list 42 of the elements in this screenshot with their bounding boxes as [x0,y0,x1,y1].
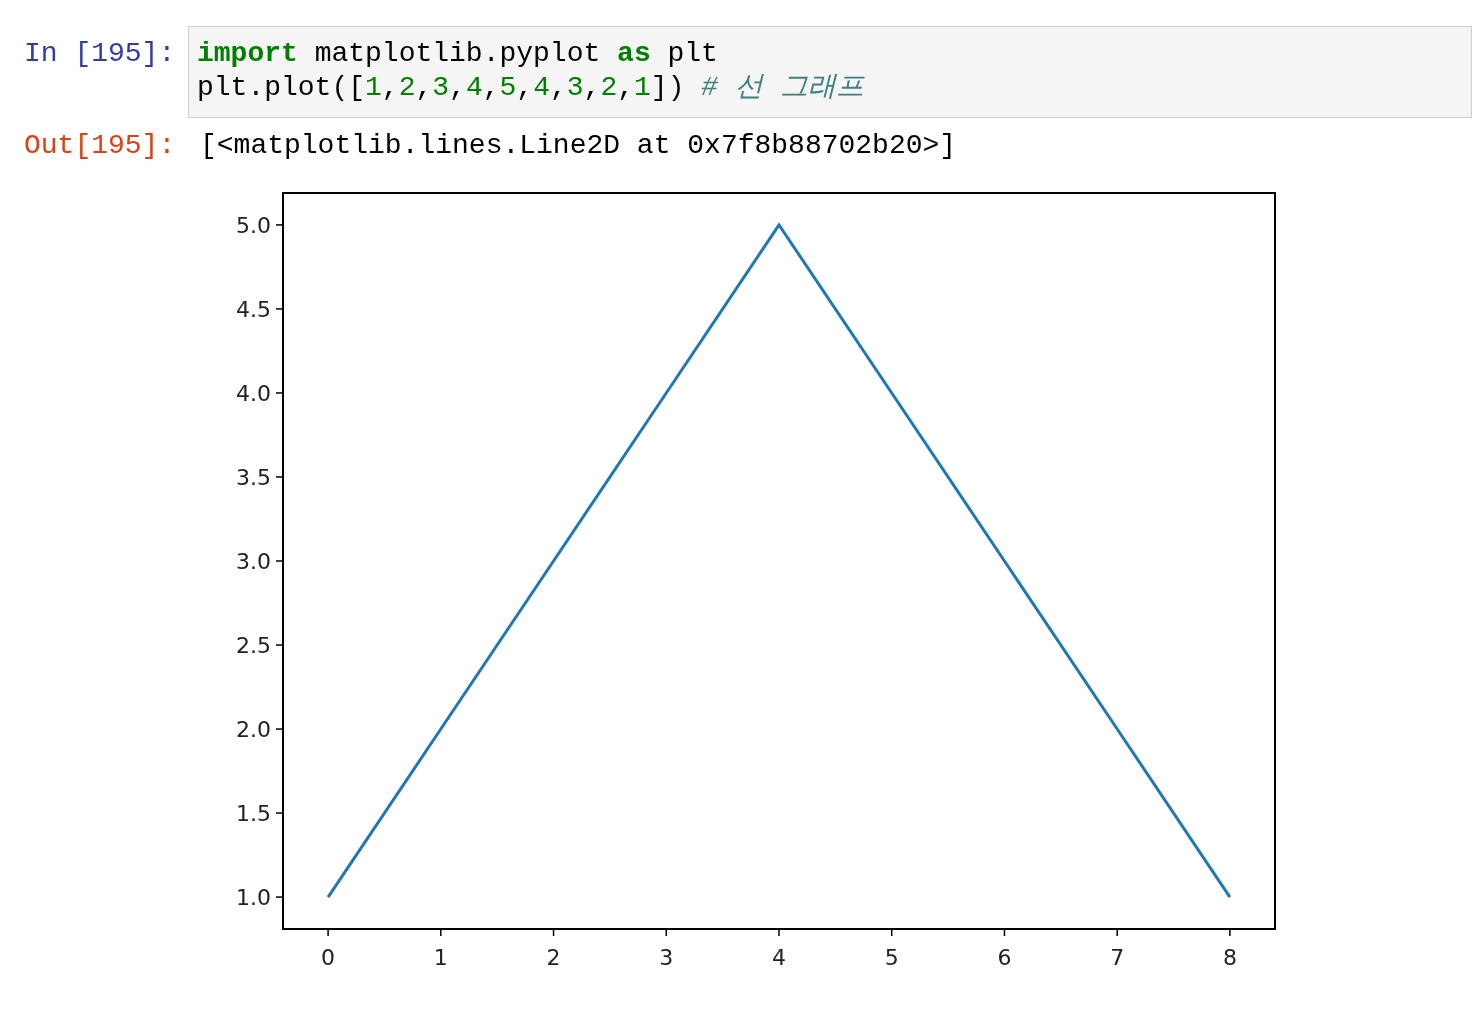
x-tick-label: 8 [1222,945,1237,970]
output-text: [<matplotlib.lines.Line2D at 0x7f8b88702b20>] [199,130,957,162]
tick-mark [275,476,284,478]
tick-mark [275,896,284,898]
y-tick-label: 4.0 [236,380,271,406]
x-tick-label: 1 [433,945,448,970]
x-tick-label: 3 [659,945,674,970]
y-tick-label: 4.5 [236,296,271,322]
y-tick-label: 1.5 [236,801,271,827]
x-tick-label: 0 [321,945,336,970]
tick-mark [1003,928,1006,937]
tick-mark [275,812,284,814]
tick-mark [275,560,284,562]
tick-mark [552,928,555,937]
tick-mark [440,928,442,937]
output-prompt: Out[195]: [23,130,177,162]
tick-mark [665,928,667,937]
code-line: import matplotlib.pyplot as plt [197,37,719,71]
x-tick-label: 6 [997,945,1012,970]
y-tick-label: 1.0 [236,885,271,911]
tick-mark [275,224,284,226]
tick-mark [275,728,284,730]
tick-mark [275,644,284,646]
tick-mark [1116,928,1118,937]
y-tick-label: 5.0 [236,212,271,238]
y-tick-label: 2.0 [236,717,271,743]
tick-mark [891,928,893,937]
x-tick-label: 7 [1110,945,1125,970]
tick-mark [1229,928,1231,937]
tick-mark [327,928,329,937]
x-tick-label: 2 [546,945,561,970]
tick-mark [275,308,284,310]
x-tick-label: 5 [884,945,899,970]
tick-mark [275,392,284,394]
y-tick-label: 3.5 [236,465,271,490]
input-prompt: In [195]: [23,37,177,70]
x-tick-label: 4 [772,945,786,970]
code-cell[interactable]: import matplotlib.pyplot as plt plt.plot([1,2,3,4,5,4,3,2,1]) # 선 그래프 [188,26,1472,118]
code-line: plt.plot([1,2,3,4,5,4,3,2,1]) # 선 그래프 [197,71,866,105]
tick-mark [778,928,780,937]
y-tick-label: 2.5 [236,633,271,658]
y-tick-label: 3.0 [236,549,271,574]
